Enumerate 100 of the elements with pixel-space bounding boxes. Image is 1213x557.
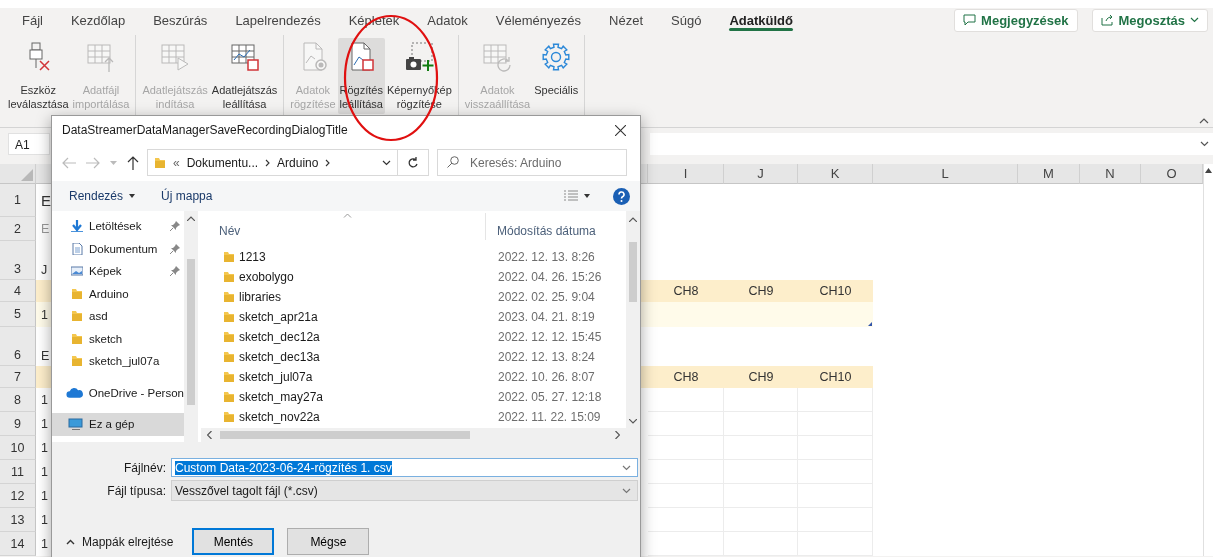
ribbon-tab[interactable]: Adatküldő (716, 8, 806, 32)
breadcrumb-overflow[interactable]: « (173, 155, 180, 170)
sidebar-item[interactable]: asd (89, 310, 108, 323)
refresh-button[interactable] (398, 149, 429, 176)
organize-button[interactable]: Rendezés (64, 186, 141, 206)
table-resize-handle-icon[interactable] (868, 322, 872, 326)
back-icon[interactable] (62, 156, 76, 169)
up-arrow-icon[interactable] (127, 155, 139, 170)
sidebar-item[interactable]: Letöltések (89, 220, 142, 233)
ribbon-button[interactable]: Adatlejátszás leállítása (209, 38, 280, 114)
column-header[interactable]: M (1018, 164, 1080, 184)
row-number[interactable]: 13 (0, 508, 36, 532)
row-number[interactable]: 8 (0, 388, 36, 412)
scrollbar-thumb[interactable] (629, 242, 637, 302)
scrollbar[interactable] (184, 211, 198, 442)
file-name[interactable]: sketch_jul07a (239, 370, 494, 384)
row-number[interactable]: 11 (0, 460, 36, 484)
column-header[interactable]: Név (201, 213, 486, 240)
row-number[interactable]: 14 (0, 532, 36, 556)
document-icon (71, 242, 83, 255)
help-icon[interactable] (613, 187, 630, 205)
ribbon-tab[interactable]: Nézet (596, 8, 656, 32)
camera-plus-icon (403, 41, 436, 73)
folder-icon (223, 351, 235, 363)
cancel-button[interactable]: Mégse (287, 528, 370, 555)
file-name[interactable]: sketch_may27a (239, 390, 494, 404)
pin-icon[interactable] (170, 266, 180, 276)
row-number[interactable]: 2 (0, 217, 36, 241)
ribbon-tab[interactable]: Lapelrendezés (222, 8, 334, 32)
hide-folders-button[interactable]: Mappák elrejtése (60, 533, 180, 550)
file-name-field[interactable]: Custom Data-2023-06-24-rögzítés 1. csv (171, 458, 638, 477)
file-name[interactable]: sketch_apr21a (239, 310, 494, 324)
ribbon-tab[interactable]: Súgó (658, 8, 715, 32)
sidebar-item[interactable]: sketch_jul07a (89, 355, 160, 368)
name-box[interactable]: A1 (8, 133, 50, 155)
file-name[interactable]: sketch_dec12a (239, 330, 494, 344)
ribbon-tab[interactable]: Véleményezés (482, 8, 595, 32)
ribbon-tab[interactable]: Kezdőlap (57, 8, 139, 32)
pin-icon[interactable] (170, 221, 180, 231)
sidebar-item[interactable]: Dokumentum (89, 242, 158, 255)
ribbon-tab[interactable]: Beszúrás (140, 8, 221, 32)
collapse-ribbon-icon[interactable] (1199, 118, 1209, 124)
file-name[interactable]: sketch_nov22a (239, 410, 494, 424)
scrollbar[interactable] (201, 428, 640, 442)
address-bar[interactable]: « Dokumentu... Arduino (147, 149, 398, 176)
row-number[interactable]: 10 (0, 436, 36, 460)
column-header[interactable]: N (1080, 164, 1141, 184)
row-number[interactable]: 9 (0, 412, 36, 436)
column-header[interactable]: J (724, 164, 798, 184)
file-date: 2022. 02. 25. 9:04 (498, 290, 595, 304)
select-all-icon[interactable] (21, 169, 33, 181)
column-header[interactable]: Módosítás dátuma (486, 213, 626, 240)
sidebar-item[interactable]: Arduino (89, 287, 129, 300)
ribbon-button[interactable]: Eszköz leválasztása (6, 38, 71, 114)
picture-icon (71, 265, 83, 278)
grid-stop-icon (228, 41, 261, 73)
breadcrumb-item[interactable]: Arduino (277, 155, 319, 170)
file-name[interactable]: sketch_dec13a (239, 350, 494, 364)
scroll-right-icon (615, 431, 620, 439)
search-field[interactable]: Keresés: Arduino (437, 149, 627, 176)
row-number[interactable]: 3 (0, 241, 36, 280)
sidebar-item[interactable]: sketch (89, 332, 123, 345)
row-number[interactable]: 1 (0, 184, 36, 217)
save-button[interactable]: Mentés (192, 528, 275, 555)
column-header[interactable]: L (873, 164, 1018, 184)
breadcrumb-item[interactable]: Dokumentu... (186, 155, 259, 170)
column-header[interactable]: K (798, 164, 873, 184)
scrollbar-thumb[interactable] (220, 431, 470, 439)
ribbon-tab[interactable]: Fájl (9, 8, 56, 32)
scroll-up-icon[interactable] (1205, 168, 1212, 173)
scrollbar-thumb[interactable] (187, 259, 195, 405)
row-number[interactable]: 12 (0, 484, 36, 508)
forward-icon[interactable] (86, 156, 100, 169)
row-number[interactable]: 4 (0, 280, 36, 302)
expand-formula-bar-icon (1200, 141, 1209, 147)
column-header[interactable]: I (648, 164, 724, 184)
table-cell: CH9 (724, 366, 798, 388)
sidebar-item[interactable]: Képek (89, 265, 122, 278)
ribbon-button[interactable]: Speciális (532, 38, 581, 100)
chevron-down-icon (622, 464, 631, 471)
list-view-icon (564, 190, 578, 202)
file-type-dropdown[interactable]: Vesszővel tagolt fájl (*.csv) (171, 480, 638, 501)
ribbon-tab[interactable]: Adatok (414, 8, 481, 32)
file-name[interactable]: libraries (239, 290, 494, 304)
address-dropdown-icon[interactable] (382, 159, 391, 166)
row-number[interactable]: 7 (0, 366, 36, 388)
folder-icon (223, 251, 235, 263)
sidebar-item[interactable]: OneDrive - Person (88, 386, 184, 399)
column-header[interactable]: O (1141, 164, 1203, 184)
new-folder-button[interactable]: Új mappa (156, 186, 218, 206)
vertical-scrollbar[interactable] (1203, 164, 1213, 556)
folder-icon (223, 411, 235, 423)
file-name[interactable]: 1213 (239, 250, 494, 264)
scrollbar[interactable] (626, 211, 640, 428)
sidebar-item[interactable]: Ez a gép (52, 413, 184, 436)
row-number[interactable]: 6 (0, 327, 36, 366)
file-name[interactable]: exobolygo (239, 270, 494, 284)
chevron-down-icon (622, 487, 631, 494)
pin-icon[interactable] (170, 243, 180, 254)
row-number[interactable]: 5 (0, 302, 36, 327)
